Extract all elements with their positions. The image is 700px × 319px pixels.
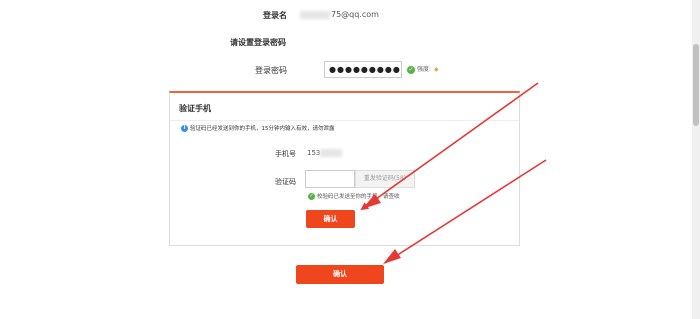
arrow-head-confirm-icon	[383, 249, 401, 264]
arrow-to-dialog-confirm-icon	[360, 82, 539, 211]
arrow-head-dialog-icon	[362, 194, 381, 209]
arrow-annotation	[360, 82, 547, 264]
